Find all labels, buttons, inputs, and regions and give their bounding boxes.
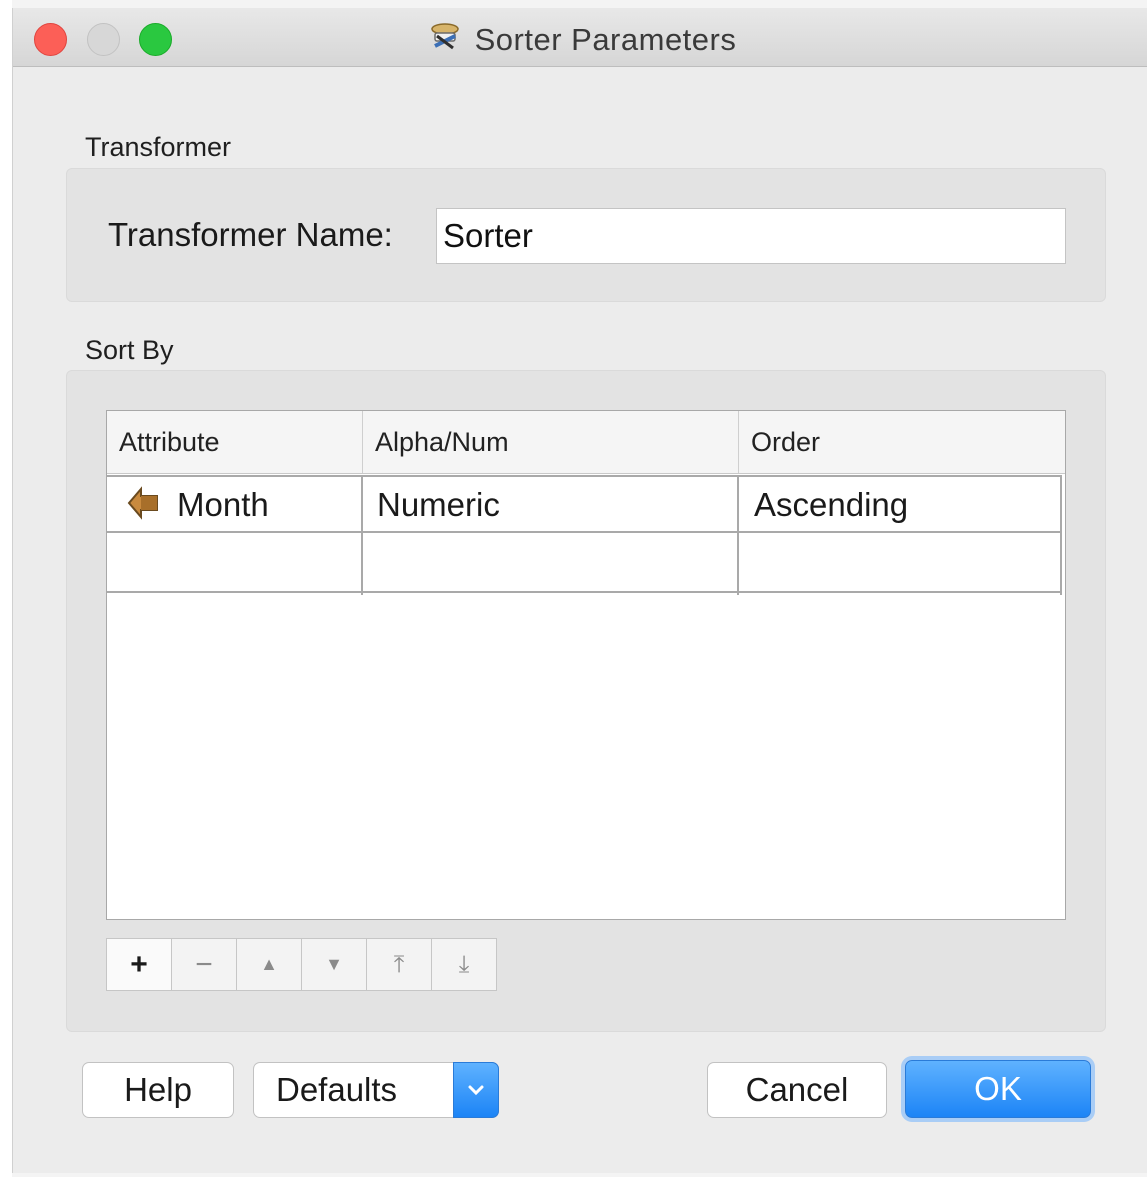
background-canvas-strip [0, 0, 12, 1177]
defaults-button[interactable]: Defaults [253, 1062, 499, 1118]
column-header-alpha-num[interactable]: Alpha/Num [363, 411, 738, 473]
window-title: Sorter Parameters [474, 22, 737, 57]
column-divider [737, 475, 739, 595]
window-title-container: Sorter Parameters [13, 20, 1147, 62]
alpha-num-cell[interactable] [377, 535, 747, 591]
move-to-top-icon: ⤒ [393, 950, 405, 978]
triangle-down-icon: ▼ [325, 954, 343, 974]
table-row[interactable] [107, 535, 1062, 593]
column-header-order[interactable]: Order [739, 411, 1065, 473]
chevron-down-icon [468, 1085, 484, 1096]
sort-by-section-label: Sort By [85, 335, 174, 365]
sort-table: Attribute Alpha/Num Order Month Numeric … [106, 410, 1066, 920]
move-up-button[interactable]: ▲ [236, 938, 302, 991]
help-button[interactable]: Help [82, 1062, 234, 1118]
defaults-label: Defaults [276, 1071, 398, 1108]
title-bar: Sorter Parameters [13, 8, 1147, 67]
attribute-cell[interactable]: Month [127, 477, 367, 533]
triangle-up-icon: ▲ [260, 954, 278, 974]
column-divider [361, 475, 363, 595]
table-toolbar: + − ▲ ▼ ⤒ ⤓ [106, 938, 497, 991]
ok-button[interactable]: OK [905, 1060, 1091, 1118]
minus-icon: − [195, 947, 213, 981]
move-down-button[interactable]: ▼ [301, 938, 367, 991]
column-divider [1060, 475, 1062, 595]
transformer-name-input[interactable] [436, 208, 1066, 264]
move-bottom-button[interactable]: ⤓ [431, 938, 497, 991]
attribute-value: Month [177, 486, 269, 523]
order-cell[interactable] [754, 535, 1054, 591]
alpha-num-cell[interactable]: Numeric [377, 477, 747, 533]
move-to-bottom-icon: ⤓ [458, 950, 470, 978]
plus-icon: + [130, 947, 148, 981]
cancel-button[interactable]: Cancel [707, 1062, 887, 1118]
transformer-section-label: Transformer [85, 132, 232, 162]
defaults-dropdown-toggle[interactable] [453, 1062, 499, 1118]
move-top-button[interactable]: ⤒ [366, 938, 432, 991]
dialog-window: Sorter Parameters Transformer Transforme… [12, 8, 1147, 1173]
transformer-group-box: Transformer Name: [66, 168, 1106, 302]
table-row[interactable]: Month Numeric Ascending [107, 475, 1062, 533]
attribute-arrow-icon [127, 481, 159, 537]
table-header: Attribute Alpha/Num Order [107, 411, 1065, 474]
sorter-transformer-icon [425, 20, 465, 62]
transformer-name-label: Transformer Name: [108, 216, 393, 253]
attribute-cell[interactable] [127, 535, 367, 591]
remove-row-button[interactable]: − [171, 938, 237, 991]
order-cell[interactable]: Ascending [754, 477, 1054, 533]
add-row-button[interactable]: + [106, 938, 172, 991]
column-header-attribute[interactable]: Attribute [107, 411, 362, 473]
